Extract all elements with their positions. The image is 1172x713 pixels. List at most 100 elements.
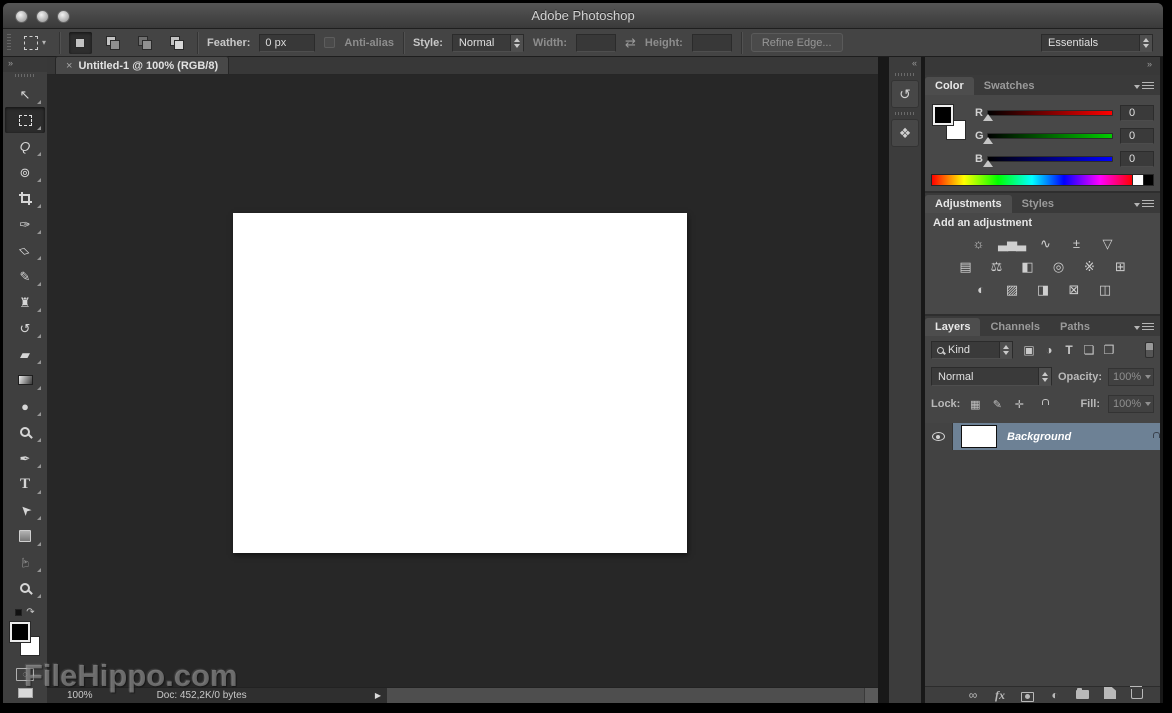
invert-icon[interactable]: ◐ [970,281,992,298]
quick-selection-tool[interactable]: ⊚ [5,159,45,185]
foreground-color-swatch[interactable] [10,622,30,642]
brush-tool[interactable]: ✎ [5,263,45,289]
curves-icon[interactable]: ∿ [1034,235,1056,252]
layers-empty-area[interactable] [925,450,1160,686]
height-input[interactable] [691,33,732,52]
link-layers-icon[interactable]: ∞ [967,686,979,703]
quick-mask-button[interactable]: ◌ [16,668,34,681]
canvas-pasteboard[interactable] [47,75,878,687]
screen-mode-button[interactable] [17,688,33,698]
foreground-color-swatch[interactable] [933,105,953,125]
workspace-dropdown[interactable]: Essentials [1041,33,1153,52]
swap-dimensions-icon[interactable]: ⇄ [625,35,636,51]
fill-dropdown[interactable]: 100% [1108,395,1154,413]
zoom-level-field[interactable]: 100% [67,690,93,701]
green-slider-thumb[interactable] [983,137,993,144]
dock-grip[interactable] [895,73,915,76]
pen-tool[interactable]: ✒ [5,445,45,471]
levels-icon[interactable]: ▃▅▃ [998,235,1026,252]
panel-menu-icon[interactable] [1134,323,1154,332]
blue-slider[interactable] [987,155,1113,162]
style-dropdown[interactable]: Normal [451,33,524,52]
lock-position-icon[interactable]: ✛ [1012,398,1026,411]
canvas-document[interactable] [233,213,687,553]
type-tool[interactable]: T [5,471,45,497]
blue-slider-thumb[interactable] [983,160,993,167]
group-layers-icon[interactable] [1076,686,1089,703]
blend-mode-dropdown[interactable]: Normal [931,367,1052,386]
panel-menu-icon[interactable] [1134,200,1154,209]
tool-preset-picker[interactable]: ▾ [20,33,50,53]
tab-swatches[interactable]: Swatches [974,77,1045,95]
layer-mask-icon[interactable] [1021,686,1034,703]
tab-channels[interactable]: Channels [980,318,1050,336]
history-panel-icon[interactable]: ↺ [891,80,919,108]
toolbar-grip[interactable] [15,74,35,77]
tab-paths[interactable]: Paths [1050,318,1100,336]
new-selection-button[interactable] [69,31,93,54]
red-slider[interactable] [987,109,1113,116]
feather-input[interactable] [259,33,316,52]
filter-shape-layers-icon[interactable]: ❏ [1079,343,1099,357]
new-layer-icon[interactable] [1104,686,1116,703]
threshold-icon[interactable]: ◨ [1032,281,1054,298]
filter-pixel-layers-icon[interactable]: ▣ [1019,343,1039,357]
adjustment-layer-icon[interactable]: ◐ [1049,686,1061,703]
filter-adjustment-layers-icon[interactable]: ◑ [1039,343,1059,357]
eraser-tool[interactable]: ▰ [5,341,45,367]
hand-tool[interactable]: ☞ [5,549,45,575]
black-white-icon[interactable]: ◧ [1016,258,1038,275]
color-spectrum-bar[interactable] [931,174,1133,186]
color-lookup-icon[interactable]: ⊞ [1109,258,1131,275]
title-bar[interactable]: Adobe Photoshop [3,3,1163,29]
blue-value-field[interactable]: 0 [1120,150,1154,167]
eyedropper-tool[interactable]: ✑ [5,211,45,237]
white-picker[interactable] [1133,174,1144,186]
panels-collapse-button[interactable]: » [925,57,1160,75]
minimize-button[interactable] [36,10,49,23]
spot-healing-brush-tool[interactable]: ▱ [5,237,45,263]
red-value-field[interactable]: 0 [1120,104,1154,121]
photo-filter-icon[interactable]: ◎ [1047,258,1069,275]
blur-tool[interactable]: ● [5,393,45,419]
selective-color-icon[interactable]: ◫ [1094,281,1116,298]
options-grip[interactable] [7,33,11,52]
rectangular-marquee-tool[interactable] [5,107,45,133]
tab-styles[interactable]: Styles [1012,195,1064,213]
horizontal-scrollbar[interactable] [387,688,864,703]
green-value-field[interactable]: 0 [1120,127,1154,144]
color-balance-icon[interactable]: ⚖ [985,258,1007,275]
close-button[interactable] [15,10,28,23]
zoom-tool[interactable] [5,575,45,601]
layer-visibility-cell[interactable] [925,423,953,450]
black-picker[interactable] [1144,174,1154,186]
background-layer-row[interactable]: Background [925,423,1160,450]
delete-layer-icon[interactable] [1129,685,1143,703]
status-menu-arrow-icon[interactable]: ▶ [375,691,381,700]
close-tab-icon[interactable]: × [66,60,72,72]
dodge-tool[interactable] [5,419,45,445]
gradient-tool[interactable] [5,367,45,393]
filter-kind-dropdown[interactable]: Kind [931,341,1013,359]
lock-transparency-icon[interactable]: ▦ [968,398,982,411]
posterize-icon[interactable]: ▨ [1001,281,1023,298]
properties-panel-icon[interactable]: ❖ [891,119,919,147]
gradient-map-icon[interactable]: ⊠ [1063,281,1085,298]
dock-expand-button[interactable]: « [889,57,921,71]
move-tool[interactable]: ↖ [5,81,45,107]
crop-tool[interactable] [5,185,45,211]
path-selection-tool[interactable]: ➤ [5,497,45,523]
refine-edge-button[interactable]: Refine Edge... [750,33,843,52]
width-input[interactable] [576,33,617,52]
exposure-icon[interactable]: ± [1065,235,1087,252]
hue-saturation-icon[interactable]: ▤ [954,258,976,275]
layer-selected-area[interactable]: Background [953,423,1160,450]
vibrance-icon[interactable]: ▽ [1096,235,1118,252]
layer-style-icon[interactable]: fx [994,686,1006,703]
dock-grip[interactable] [895,112,915,115]
clone-stamp-tool[interactable]: ♜ [5,289,45,315]
lock-pixels-icon[interactable]: ✎ [990,398,1004,411]
filter-smart-objects-icon[interactable]: ❐ [1099,343,1119,357]
opacity-dropdown[interactable]: 100% [1108,367,1154,386]
subtract-from-selection-button[interactable] [133,32,156,54]
